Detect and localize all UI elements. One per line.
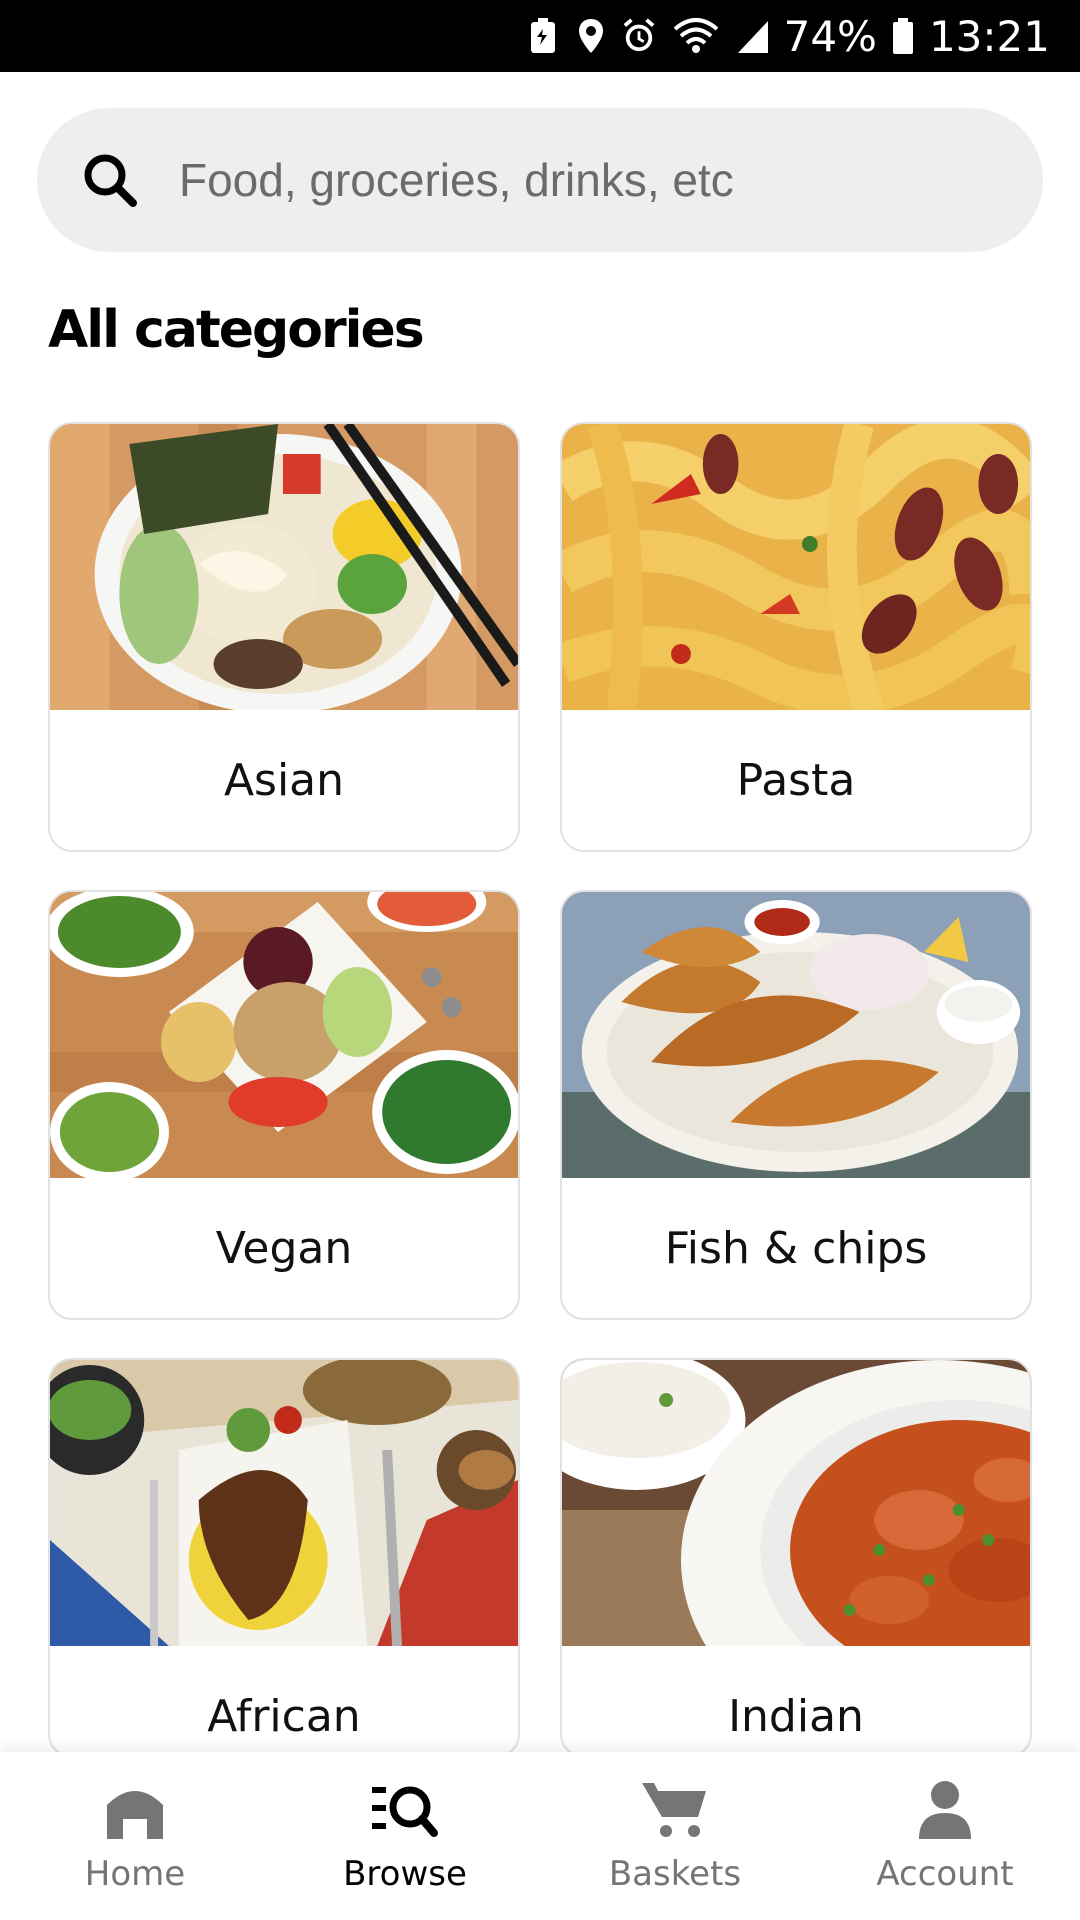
battery-percent: 74% bbox=[783, 11, 877, 61]
category-label: Asian bbox=[223, 754, 345, 806]
category-label: Indian bbox=[728, 1690, 864, 1742]
pasta-with-beans-photo bbox=[562, 424, 1030, 710]
ramen-bowl-photo bbox=[50, 424, 518, 710]
search-icon bbox=[81, 151, 139, 209]
category-label: Vegan bbox=[215, 1222, 353, 1274]
curry-and-rice-photo bbox=[562, 1360, 1030, 1646]
category-label: Fish & chips bbox=[664, 1222, 928, 1274]
home-icon bbox=[100, 1774, 170, 1844]
nav-label: Browse bbox=[343, 1854, 467, 1894]
alarm-icon bbox=[622, 16, 656, 56]
battery-saver-icon bbox=[526, 16, 560, 56]
nav-item-baskets[interactable]: Baskets bbox=[540, 1752, 810, 1920]
category-card-african[interactable]: African bbox=[48, 1358, 520, 1758]
nav-label: Baskets bbox=[608, 1854, 742, 1894]
category-label: Pasta bbox=[736, 754, 856, 806]
cart-icon bbox=[640, 1774, 710, 1844]
status-bar: 74% 13:21 bbox=[0, 0, 1080, 72]
category-label: African bbox=[207, 1690, 361, 1742]
wifi-icon bbox=[670, 16, 722, 56]
person-icon bbox=[910, 1774, 980, 1844]
browse-icon bbox=[370, 1774, 440, 1844]
category-card-vegan[interactable]: Vegan bbox=[48, 890, 520, 1320]
nav-label: Home bbox=[84, 1854, 186, 1894]
nav-item-account[interactable]: Account bbox=[810, 1752, 1080, 1920]
search-bar[interactable] bbox=[37, 108, 1043, 252]
signal-icon bbox=[736, 16, 770, 56]
bottom-navigation: Home Browse Baskets Account bbox=[0, 1752, 1080, 1920]
location-icon bbox=[574, 16, 608, 56]
fried-fish-photo bbox=[562, 892, 1030, 1178]
clock: 13:21 bbox=[928, 11, 1050, 61]
grilled-chicken-rice-photo bbox=[50, 1360, 518, 1646]
battery-icon bbox=[891, 16, 915, 56]
nav-label: Account bbox=[876, 1854, 1014, 1894]
nav-item-home[interactable]: Home bbox=[0, 1752, 270, 1920]
category-card-fish-chips[interactable]: Fish & chips bbox=[560, 890, 1032, 1320]
category-card-indian[interactable]: Indian bbox=[560, 1358, 1032, 1758]
salad-platter-photo bbox=[50, 892, 518, 1178]
nav-item-browse[interactable]: Browse bbox=[270, 1752, 540, 1920]
search-input[interactable] bbox=[179, 145, 979, 215]
category-card-pasta[interactable]: Pasta bbox=[560, 422, 1032, 852]
page-title: All categories bbox=[48, 300, 425, 360]
category-card-asian[interactable]: Asian bbox=[48, 422, 520, 852]
